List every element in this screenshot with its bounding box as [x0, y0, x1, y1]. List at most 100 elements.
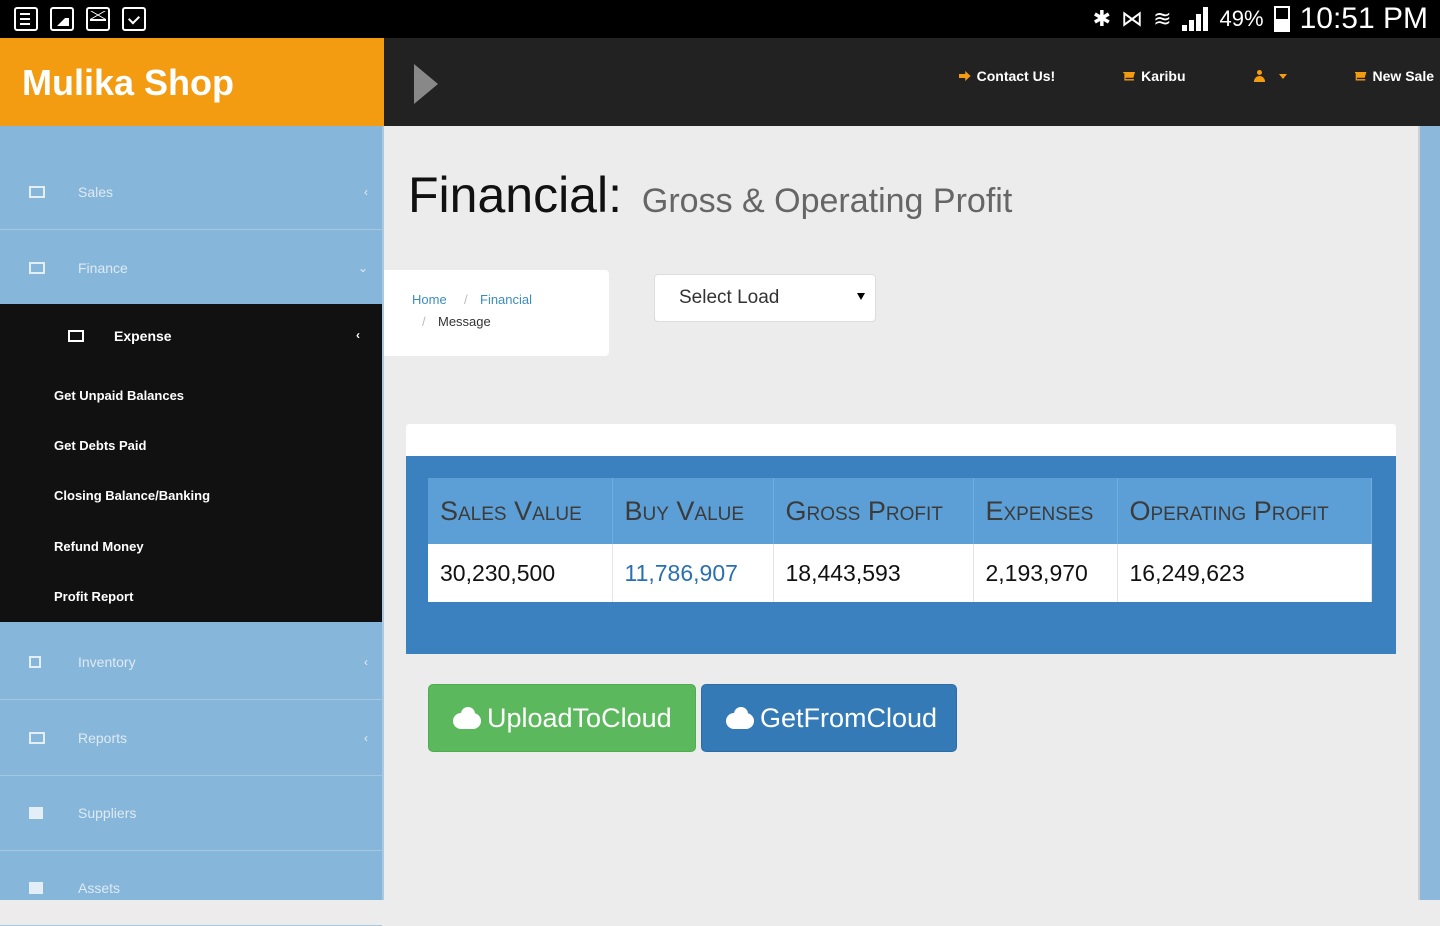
finance-submenu: Expense ‹ Get Unpaid Balances Get Debts … [0, 304, 382, 622]
nav-user-menu[interactable] [1220, 70, 1321, 82]
submenu-link[interactable]: Get Debts Paid [54, 438, 146, 453]
table-row: 30,230,500 11,786,907 18,443,593 2,193,9… [428, 544, 1372, 602]
financial-summary-box: Sales Value Buy Value Gross Profit Expen… [406, 424, 1396, 654]
sidebar-item-assets[interactable]: Assets [0, 850, 382, 926]
caret-down-icon [1278, 73, 1287, 79]
submenu-link[interactable]: Closing Balance/Banking [54, 488, 210, 503]
load-select-value: Select Load [679, 287, 780, 308]
upload-button-label: UploadToCloud [487, 702, 672, 733]
system-indicators: ✱ ⋈ ≋ 49% 10:51 PM [1093, 2, 1428, 36]
submenu-link[interactable]: Get Unpaid Balances [54, 388, 184, 403]
upload-to-cloud-button[interactable]: UploadToCloud [428, 684, 696, 752]
get-button-label: GetFromCloud [760, 702, 938, 733]
chevron-left-icon: ‹ [364, 730, 368, 745]
page-subtitle: Gross & Operating Profit [641, 182, 1013, 220]
header-expenses: Expenses [973, 478, 1118, 544]
submenu-link[interactable]: Refund Money [54, 539, 144, 554]
columns-icon [29, 185, 45, 198]
cart-icon [1354, 71, 1367, 81]
breadcrumb: Home / Financial / Message [384, 270, 609, 356]
top-nav: Contact Us! Karibu New Sale [925, 68, 1440, 84]
cart-icon [1123, 71, 1136, 81]
sidebar-item-label: Assets [78, 879, 121, 896]
table-header-row: Sales Value Buy Value Gross Profit Expen… [428, 478, 1372, 544]
chevron-left-icon: ‹ [364, 654, 368, 669]
nav-new-sale-label: New Sale [1372, 68, 1434, 84]
briefcase-icon [29, 806, 43, 819]
cell-sales-value: 30,230,500 [428, 544, 613, 602]
wifi-icon: ≋ [1153, 6, 1172, 31]
nav-contact-us-label: Contact Us! [976, 68, 1056, 84]
system-status-bar: ✱ ⋈ ≋ 49% 10:51 PM [0, 0, 1440, 38]
box-body: Sales Value Buy Value Gross Profit Expen… [406, 456, 1396, 654]
nav-contact-us[interactable]: Contact Us! [925, 68, 1090, 84]
sidebar-item-label: Inventory [78, 653, 136, 670]
breadcrumb-financial[interactable]: Financial [480, 292, 532, 307]
cell-buy-value-link[interactable]: 11,786,907 [612, 544, 774, 602]
page-title-text: Financial: [408, 167, 622, 223]
cell-signal-icon [1181, 7, 1210, 31]
cloud-download-icon [726, 707, 754, 729]
document-notification-icon [14, 7, 38, 31]
chevron-down-icon: ⌄ [357, 260, 368, 275]
right-edge-panel [1418, 126, 1440, 900]
notification-icons [14, 7, 146, 31]
sidebar-item-inventory[interactable]: Inventory ‹ [0, 624, 382, 700]
top-navbar: Contact Us! Karibu New Sale [384, 38, 1440, 126]
mail-notification-icon [86, 7, 110, 31]
cloud-upload-icon [453, 707, 481, 729]
sidebar: Sales ‹ Finance ⌄ Expense ‹ Get Unpaid B… [0, 126, 384, 926]
battery-percent: 49% [1219, 6, 1264, 31]
header-operating-profit: Operating Profit [1117, 478, 1372, 544]
bluetooth-icon: ✱ [1092, 6, 1112, 31]
chevron-left-icon: ‹ [356, 328, 360, 342]
chevron-left-icon: ‹ [364, 184, 368, 199]
app-title: Mulika Shop [22, 62, 235, 103]
image-icon [68, 330, 84, 342]
sidebar-item-label: Reports [78, 729, 128, 746]
sidebar-item-suppliers[interactable]: Suppliers [0, 775, 382, 851]
nav-karibu-label: Karibu [1141, 68, 1186, 84]
sidebar-toggle-icon[interactable] [414, 64, 438, 104]
header-sales-value: Sales Value [428, 478, 613, 544]
nav-new-sale[interactable]: New Sale [1321, 68, 1440, 84]
nav-karibu[interactable]: Karibu [1089, 68, 1219, 84]
breadcrumb-separator: / [422, 314, 426, 329]
image-notification-icon [50, 7, 74, 31]
sidebar-item-label: Finance [78, 259, 128, 276]
battery-icon [1273, 6, 1290, 32]
list-icon [29, 655, 41, 668]
sidebar-item-finance[interactable]: Finance ⌄ [0, 230, 382, 306]
box-header [406, 424, 1396, 456]
breadcrumb-home[interactable]: Home [412, 292, 447, 307]
header-gross-profit: Gross Profit [773, 478, 974, 544]
cell-operating-profit: 16,249,623 [1117, 544, 1372, 602]
sidebar-item-reports[interactable]: Reports ‹ [0, 700, 382, 776]
get-from-cloud-button[interactable]: GetFromCloud [701, 684, 957, 752]
sign-in-icon [958, 71, 971, 81]
submenu-expense[interactable]: Expense ‹ [0, 320, 382, 356]
cell-expenses: 2,193,970 [973, 544, 1118, 602]
main-content: Financial: Gross & Operating Profit Home… [384, 126, 1420, 900]
clock: 10:51 PM [1299, 2, 1428, 35]
load-select[interactable]: Select Load [654, 274, 876, 322]
briefcase-icon [29, 881, 43, 894]
page-title: Financial: Gross & Operating Profit [408, 166, 1012, 224]
user-icon [1253, 70, 1265, 82]
header-buy-value: Buy Value [612, 478, 774, 544]
brand-header[interactable]: Mulika Shop [0, 38, 384, 126]
dropdown-arrow-icon [857, 293, 865, 300]
submenu-link[interactable]: Profit Report [54, 589, 133, 604]
sidebar-item-label: Suppliers [78, 804, 137, 821]
task-notification-icon [122, 7, 146, 31]
financial-table: Sales Value Buy Value Gross Profit Expen… [428, 478, 1372, 602]
cell-gross-profit: 18,443,593 [773, 544, 974, 602]
sidebar-item-label: Sales [78, 183, 114, 200]
breadcrumb-separator: / [464, 292, 468, 307]
vibrate-icon: ⋈ [1121, 6, 1144, 31]
sidebar-item-sales[interactable]: Sales ‹ [0, 154, 382, 230]
columns-icon [29, 261, 45, 274]
breadcrumb-message: Message [438, 314, 491, 329]
image-icon [29, 731, 45, 744]
submenu-expense-label: Expense [114, 328, 172, 344]
